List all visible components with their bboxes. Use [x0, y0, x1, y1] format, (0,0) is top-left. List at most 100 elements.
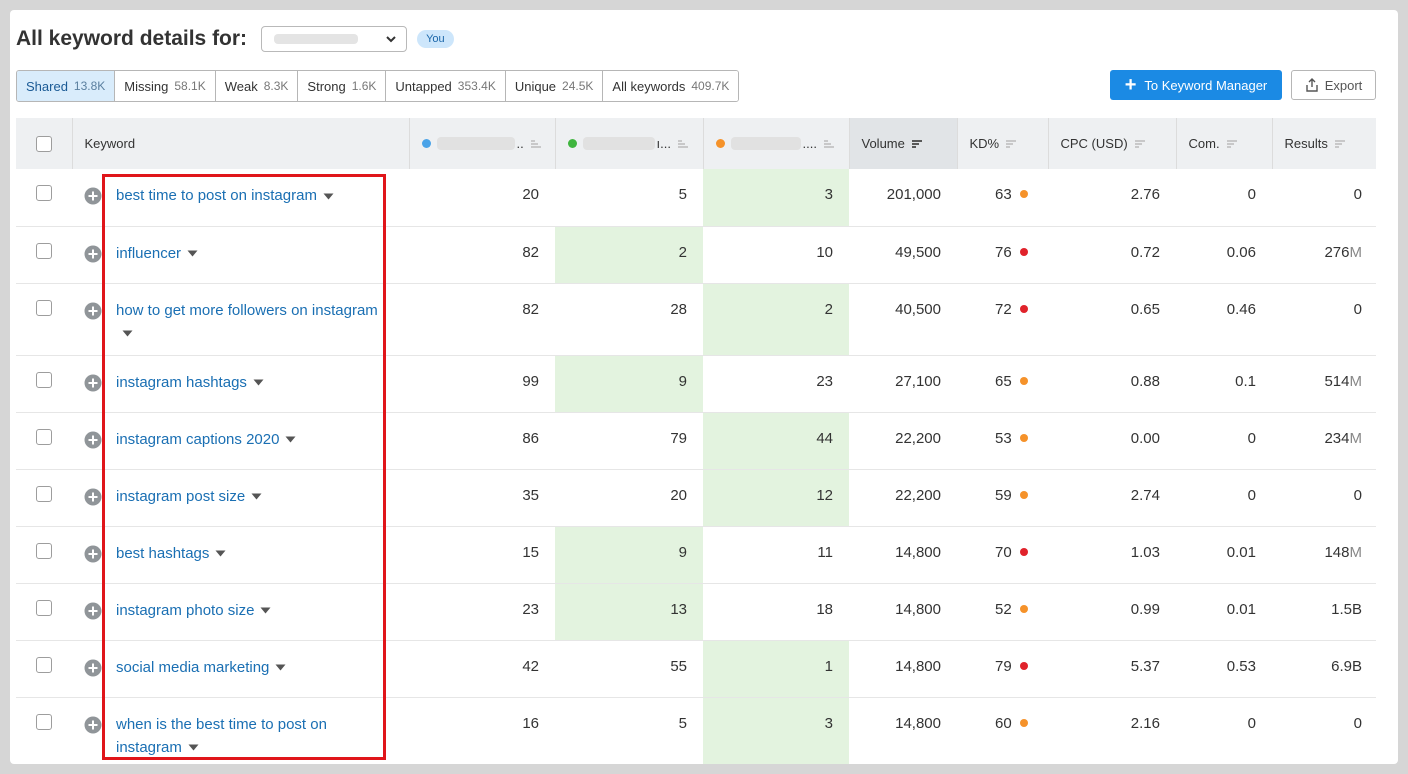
position-value: 23: [522, 600, 539, 618]
results-value: 1.5B: [1331, 600, 1362, 618]
tab-missing[interactable]: Missing 58.1K: [115, 71, 216, 101]
tab-strong[interactable]: Strong 1.6K: [298, 71, 387, 101]
com-cell: 0.46: [1176, 283, 1272, 356]
kd-header-label: KD%: [969, 136, 1000, 151]
add-to-list-icon[interactable]: [84, 488, 102, 506]
to-keyword-manager-button[interactable]: + To Keyword Manager: [1110, 70, 1282, 100]
keyword-link[interactable]: social media marketing: [116, 656, 286, 679]
add-to-list-icon[interactable]: [84, 431, 102, 449]
keyword-link[interactable]: instagram post size: [116, 485, 262, 508]
row-checkbox[interactable]: [36, 599, 52, 616]
results-cell: 514M: [1272, 355, 1376, 413]
caret-down-icon[interactable]: [260, 607, 271, 614]
domain-select[interactable]: [261, 26, 408, 52]
competitor-2-position-cell: 20: [555, 469, 703, 527]
table-row: when is the best time to post on instagr…: [16, 697, 1376, 764]
add-to-list-icon[interactable]: [84, 302, 102, 320]
caret-down-icon[interactable]: [323, 193, 334, 200]
row-select-cell: [16, 526, 72, 584]
add-to-list-icon[interactable]: [84, 716, 102, 734]
com-cell: 0.1: [1176, 355, 1272, 413]
competitor-2-position-cell: 9: [555, 526, 703, 584]
kd-value: 72: [995, 300, 1012, 318]
row-checkbox[interactable]: [36, 428, 52, 445]
sort-icon: [1226, 139, 1237, 148]
keyword-column-header[interactable]: Keyword: [72, 118, 410, 169]
competitor-3-position-cell: 10: [703, 226, 849, 284]
keyword-link[interactable]: when is the best time to post on instagr…: [116, 713, 393, 759]
tab-untapped[interactable]: Untapped 353.4K: [386, 71, 506, 101]
row-checkbox[interactable]: [36, 299, 52, 316]
keyword-link[interactable]: best hashtags: [116, 542, 226, 565]
add-to-list-icon[interactable]: [84, 187, 102, 205]
results-cell: 148M: [1272, 526, 1376, 584]
row-checkbox[interactable]: [36, 656, 52, 673]
kd-value: 52: [995, 600, 1012, 618]
caret-down-icon[interactable]: [285, 436, 296, 443]
results-column-header[interactable]: Results: [1272, 118, 1376, 169]
tab-unique[interactable]: Unique 24.5K: [505, 71, 604, 101]
caret-down-icon[interactable]: [187, 250, 198, 257]
add-to-list-icon[interactable]: [84, 374, 102, 392]
keyword-text: influencer: [116, 244, 182, 262]
keyword-link[interactable]: instagram hashtags: [116, 371, 264, 394]
tab-weak[interactable]: Weak 8.3K: [215, 71, 299, 101]
keyword-gap-panel: All keyword details for: You Shared 13.8K…: [10, 10, 1398, 764]
competitor-2-position-cell: 9: [555, 355, 703, 413]
kd-column-header[interactable]: KD%: [957, 118, 1049, 169]
caret-down-icon[interactable]: [122, 330, 133, 337]
competitor-1-column-header[interactable]: ..: [409, 118, 556, 169]
cpc-cell: 0.72: [1048, 226, 1176, 284]
row-checkbox[interactable]: [36, 185, 52, 201]
volume-value: 49,500: [895, 243, 941, 261]
keyword-link[interactable]: instagram photo size: [116, 599, 271, 622]
row-checkbox[interactable]: [36, 242, 52, 259]
tab-all-keywords[interactable]: All keywords 409.7K: [603, 71, 739, 101]
difficulty-dot-icon: [1019, 718, 1028, 727]
add-to-list-icon[interactable]: [84, 602, 102, 620]
com-value: 0.53: [1226, 657, 1256, 675]
com-cell: 0.06: [1176, 226, 1272, 284]
tab-shared[interactable]: Shared 13.8K: [17, 71, 116, 101]
select-all-checkbox[interactable]: [36, 135, 52, 152]
caret-down-icon[interactable]: [215, 550, 226, 557]
position-value: 20: [522, 186, 539, 203]
volume-value: 22,200: [895, 486, 941, 504]
com-cell: 0: [1176, 469, 1272, 527]
competitor-2-column-header[interactable]: ı...: [555, 118, 704, 169]
cpc-column-header[interactable]: CPC (USD): [1048, 118, 1177, 169]
row-checkbox[interactable]: [36, 713, 52, 730]
keyword-text: instagram captions 2020: [116, 430, 280, 448]
add-to-list-icon[interactable]: [84, 659, 102, 677]
kd-value: 53: [995, 429, 1012, 447]
table-row: best hashtags 15 9 11 14,800 70 1.03 0.01 148M: [16, 526, 1376, 584]
add-to-list-icon[interactable]: [84, 545, 102, 563]
position-value: 10: [816, 243, 833, 261]
row-checkbox[interactable]: [36, 371, 52, 388]
caret-down-icon[interactable]: [188, 744, 199, 751]
keyword-link[interactable]: best time to post on instagram: [116, 184, 334, 207]
keyword-link[interactable]: influencer: [116, 242, 198, 265]
caret-down-icon[interactable]: [251, 493, 262, 500]
keyword-link[interactable]: how to get more followers on instagram: [116, 299, 393, 345]
tab-label: All keywords: [612, 78, 686, 94]
com-cell: 0.01: [1176, 526, 1272, 584]
competitor-2-position-cell: 5: [555, 697, 703, 764]
caret-down-icon[interactable]: [253, 379, 264, 386]
position-value: 79: [670, 429, 687, 447]
caret-down-icon[interactable]: [275, 664, 286, 671]
com-column-header[interactable]: Com.: [1176, 118, 1273, 169]
add-to-list-icon[interactable]: [84, 245, 102, 263]
row-checkbox[interactable]: [36, 542, 52, 559]
keyword-link[interactable]: instagram captions 2020: [116, 428, 296, 451]
difficulty-dot-icon: [1019, 661, 1028, 670]
position-value: 2: [678, 243, 687, 261]
row-checkbox[interactable]: [36, 485, 52, 502]
competitor-3-column-header[interactable]: ....: [703, 118, 850, 169]
export-button[interactable]: Export: [1291, 70, 1376, 100]
volume-column-header[interactable]: Volume: [849, 118, 958, 169]
competitor-2-position-cell: 5: [555, 169, 703, 227]
row-select-cell: [16, 226, 72, 284]
position-value: 11: [817, 543, 833, 561]
sort-icon: [1334, 139, 1345, 148]
